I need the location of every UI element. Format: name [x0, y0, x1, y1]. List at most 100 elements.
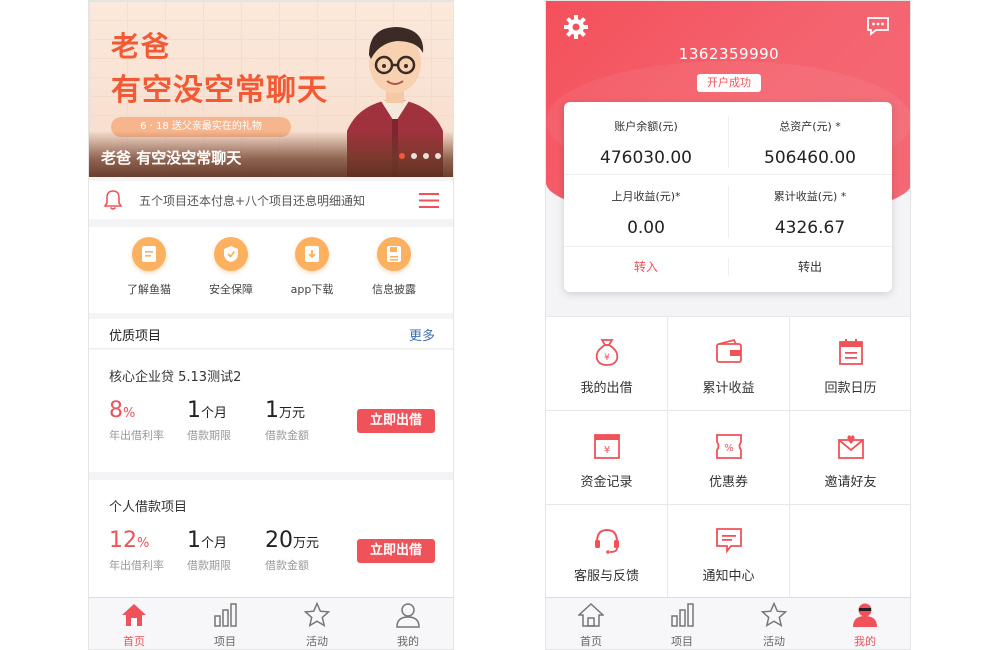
- tab-mine[interactable]: 我的: [835, 602, 895, 649]
- svg-text:¥: ¥: [604, 353, 610, 363]
- divider: [564, 246, 892, 247]
- grid-item-coupons[interactable]: % 优惠券: [668, 411, 790, 505]
- bell-icon: [103, 190, 123, 210]
- grid-item-fund-records[interactable]: ¥ 资金记录: [546, 411, 668, 505]
- banner-pager[interactable]: [399, 153, 441, 159]
- grid-item-label: 资金记录: [580, 475, 633, 490]
- balance-cell: 账户余额(元) 476030.00: [564, 118, 728, 168]
- term-stat: 1个月 借款期限: [187, 528, 231, 573]
- tab-activities[interactable]: 活动: [744, 601, 804, 649]
- grid-item-earnings[interactable]: 累计收益: [668, 317, 790, 411]
- project-card[interactable]: 个人借款项目 12% 年出借利率 1个月 借款期限 20万元 借款金额 立即出借: [89, 480, 453, 600]
- invite-envelope-icon: [837, 435, 864, 459]
- quick-link-disclosure[interactable]: 信息披露: [359, 237, 429, 297]
- account-opened-badge: 开户成功: [697, 74, 761, 92]
- home-screen: 老爸 有空没空常聊天 6 · 18 送父亲最实在的礼物 老爸 有空没空常聊天 五…: [88, 0, 454, 650]
- balance-label: 账户余额(元): [614, 120, 678, 133]
- grid-item-invite-friends[interactable]: 邀请好友: [790, 411, 910, 505]
- total-assets-value: 506460.00: [764, 148, 856, 168]
- message-icon[interactable]: [866, 16, 890, 36]
- grid-item-my-lending[interactable]: ¥ 我的出借: [546, 317, 668, 411]
- grid-item-empty: [790, 505, 910, 599]
- tab-projects[interactable]: 项目: [652, 602, 712, 649]
- quick-link-label: 了解鱼猫: [127, 283, 171, 296]
- tab-bar: 首页 项目 活动 我的: [546, 597, 910, 649]
- quick-link-label: 信息披露: [372, 283, 416, 296]
- project-name: 个人借款项目: [109, 500, 188, 515]
- promo-banner[interactable]: 老爸 有空没空常聊天 6 · 18 送父亲最实在的礼物 老爸 有空没空常聊天: [89, 1, 453, 177]
- amount-stat: 1万元 借款金额: [265, 398, 309, 443]
- quick-link-about[interactable]: 了解鱼猫: [114, 237, 184, 297]
- account-summary-card: 账户余额(元) 476030.00 总资产(元) * 506460.00 上月收…: [564, 102, 892, 292]
- svg-text:¥: ¥: [603, 445, 609, 456]
- more-link[interactable]: 更多: [409, 325, 435, 344]
- project-card[interactable]: 核心企业贷 5.13测试2 8% 年出借利率 1个月 借款期限 1万元 借款金额…: [89, 350, 453, 472]
- amount-label: 借款金额: [265, 559, 309, 572]
- amount-value: 20: [265, 528, 293, 553]
- tab-home[interactable]: 首页: [104, 602, 164, 649]
- rate-unit: %: [137, 536, 150, 551]
- grid-item-repayment-calendar[interactable]: 回款日历: [790, 317, 910, 411]
- section-title: 优质项目: [109, 329, 162, 344]
- cumulative-earnings-cell: 累计收益(元) * 4326.67: [728, 188, 892, 238]
- quick-link-label: 安全保障: [209, 283, 253, 296]
- svg-text:%: %: [724, 443, 734, 454]
- home-icon: [122, 604, 146, 626]
- grid-item-label: 客服与反馈: [573, 569, 639, 584]
- grid-item-label: 累计收益: [702, 381, 755, 396]
- project-name: 核心企业贷 5.13测试2: [109, 370, 242, 385]
- notice-bar[interactable]: 五个项目还本付息+八个项目还息明细通知: [89, 181, 453, 219]
- pager-dot[interactable]: [411, 153, 417, 159]
- grid-item-label: 优惠券: [708, 475, 748, 490]
- pager-dot[interactable]: [399, 153, 405, 159]
- gear-icon[interactable]: [564, 15, 588, 39]
- grid-item-label: 回款日历: [824, 381, 877, 396]
- last-month-earnings-value: 0.00: [627, 218, 665, 238]
- quick-links: 了解鱼猫 安全保障 app下载 信息披露: [89, 227, 453, 313]
- invest-now-button[interactable]: 立即出借: [357, 539, 435, 563]
- grid-item-label: 通知中心: [702, 569, 755, 584]
- quick-link-label: app下载: [290, 283, 334, 296]
- grid-item-notifications[interactable]: 通知中心: [668, 505, 790, 599]
- quick-link-security[interactable]: 安全保障: [196, 237, 266, 297]
- term-stat: 1个月 借款期限: [187, 398, 231, 443]
- calendar-icon: [838, 339, 863, 365]
- wallet-icon: [715, 338, 742, 363]
- bar-chart-icon: [671, 603, 694, 627]
- quick-link-app-download[interactable]: app下载: [277, 237, 347, 297]
- section-header: 优质项目 更多: [89, 319, 453, 349]
- term-unit: 个月: [201, 406, 228, 421]
- tab-label: 我的: [854, 635, 876, 648]
- home-icon: [577, 602, 605, 627]
- tab-home[interactable]: 首页: [561, 602, 621, 649]
- tab-label: 活动: [763, 635, 785, 648]
- rate-value: 8: [109, 398, 123, 423]
- account-phone: 1362359990: [678, 45, 780, 63]
- tab-mine[interactable]: 我的: [378, 602, 438, 649]
- deposit-button[interactable]: 转入: [564, 258, 728, 275]
- amount-stat: 20万元 借款金额: [265, 528, 319, 573]
- document-icon: [132, 237, 166, 271]
- invest-now-button[interactable]: 立即出借: [357, 409, 435, 433]
- tab-label: 首页: [580, 635, 602, 648]
- rate-unit: %: [123, 406, 136, 421]
- user-icon: [853, 603, 877, 627]
- rate-label: 年出借利率: [109, 429, 164, 442]
- pager-dot[interactable]: [435, 153, 441, 159]
- tab-label: 活动: [306, 635, 328, 648]
- list-icon[interactable]: [419, 193, 439, 208]
- total-assets-cell: 总资产(元) * 506460.00: [728, 118, 892, 168]
- star-icon: [760, 601, 788, 628]
- withdraw-button[interactable]: 转出: [728, 258, 892, 275]
- user-icon: [396, 603, 420, 628]
- tab-label: 首页: [123, 635, 145, 648]
- rate-label: 年出借利率: [109, 559, 164, 572]
- tab-bar: 首页 项目 活动 我的: [89, 597, 453, 649]
- grid-item-support[interactable]: 客服与反馈: [546, 505, 668, 599]
- term-value: 1: [187, 528, 201, 553]
- tab-projects[interactable]: 项目: [195, 602, 255, 649]
- tab-activities[interactable]: 活动: [287, 601, 347, 649]
- rate-stat: 12% 年出借利率: [109, 528, 164, 573]
- pager-dot[interactable]: [423, 153, 429, 159]
- money-bag-icon: ¥: [595, 339, 618, 366]
